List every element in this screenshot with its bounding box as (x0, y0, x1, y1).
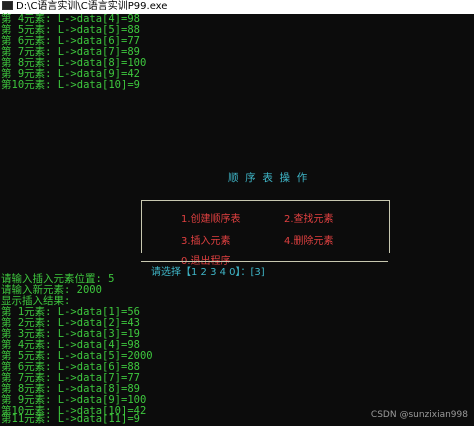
window-title: D:\C语言实训\C语言实训P99.exe (16, 1, 168, 12)
console-app-icon (2, 1, 13, 10)
menu-box (141, 200, 390, 253)
output-line: 第11元素: L->data[11]=9 (1, 413, 140, 425)
menu-item-find: 2.查找元素 (284, 214, 334, 225)
menu-item-delete: 4.删除元素 (284, 236, 334, 247)
menu-item-insert: 3.插入元素 (181, 236, 231, 247)
menu-title: 顺 序 表 操 作 (228, 172, 308, 184)
menu-divider (141, 261, 388, 262)
menu-prompt: 请选择【1 2 3 4 0】：[3] (151, 267, 265, 278)
output-line: 第10元素: L->data[10]=9 (1, 79, 140, 91)
watermark: CSDN @sunzixian998 (370, 410, 468, 420)
console-window: D:\C语言实训\C语言实训P99.exe 第 4元素: L->data[4]=… (0, 0, 474, 426)
menu-item-create: 1.创建顺序表 (181, 214, 241, 225)
title-bar[interactable]: D:\C语言实训\C语言实训P99.exe (0, 0, 474, 14)
